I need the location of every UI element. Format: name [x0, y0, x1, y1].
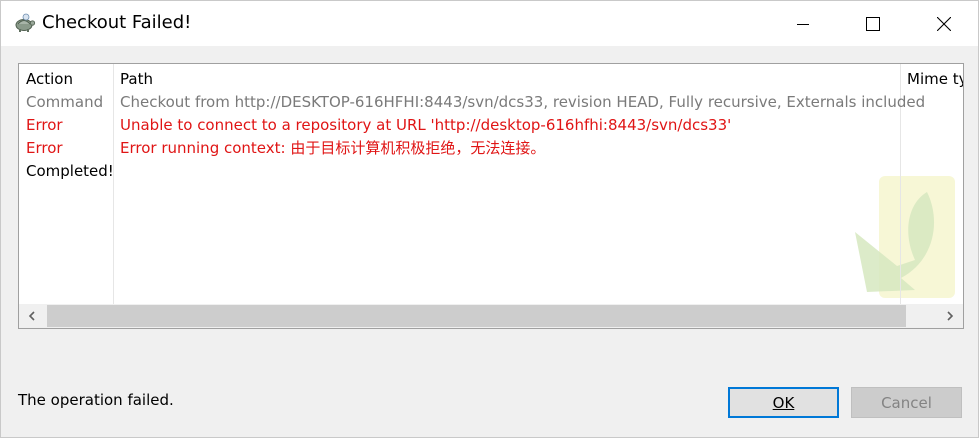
cancel-button[interactable]: Cancel	[851, 387, 962, 418]
maximize-icon	[866, 16, 880, 31]
column-header-action[interactable]: Action	[26, 68, 73, 90]
row-path[interactable]: Unable to connect to a repository at URL…	[120, 114, 731, 136]
row-action[interactable]: Completed!	[26, 160, 114, 182]
column-header-mime[interactable]: Mime ty	[907, 68, 963, 90]
row-path[interactable]: Checkout from http://DESKTOP-616HFHI:844…	[120, 91, 925, 113]
row-action[interactable]: Error	[26, 114, 63, 136]
result-list[interactable]: Action Path Mime ty Command Checkout fro…	[18, 63, 964, 329]
minimize-button[interactable]	[780, 1, 826, 46]
chevron-right-icon	[947, 311, 954, 321]
checkout-failed-dialog: Checkout Failed! Action Path Mime ty Com…	[0, 0, 979, 438]
close-button[interactable]	[921, 1, 967, 46]
cancel-button-label: Cancel	[881, 393, 932, 412]
column-divider	[113, 64, 114, 304]
close-icon	[937, 16, 951, 31]
column-header-path[interactable]: Path	[120, 68, 153, 90]
horizontal-scrollbar[interactable]	[19, 304, 963, 328]
checkout-arrow-icon	[855, 176, 955, 298]
status-message: The operation failed.	[18, 391, 174, 409]
row-action[interactable]: Error	[26, 137, 63, 159]
scroll-right-button[interactable]	[937, 304, 963, 328]
chevron-left-icon	[28, 311, 35, 321]
title-bar[interactable]: Checkout Failed!	[1, 1, 978, 46]
scroll-left-button[interactable]	[19, 304, 45, 328]
maximize-button[interactable]	[850, 1, 896, 46]
row-action[interactable]: Command	[26, 91, 103, 113]
scrollbar-thumb[interactable]	[47, 305, 906, 327]
tortoise-icon	[15, 13, 36, 32]
ok-button-label: OK	[772, 393, 795, 412]
window-title: Checkout Failed!	[42, 12, 192, 33]
minimize-icon	[797, 23, 809, 25]
ok-button[interactable]: OK	[728, 387, 839, 418]
row-path[interactable]: Error running context: 由于目标计算机积极拒绝，无法连接。	[120, 137, 545, 159]
